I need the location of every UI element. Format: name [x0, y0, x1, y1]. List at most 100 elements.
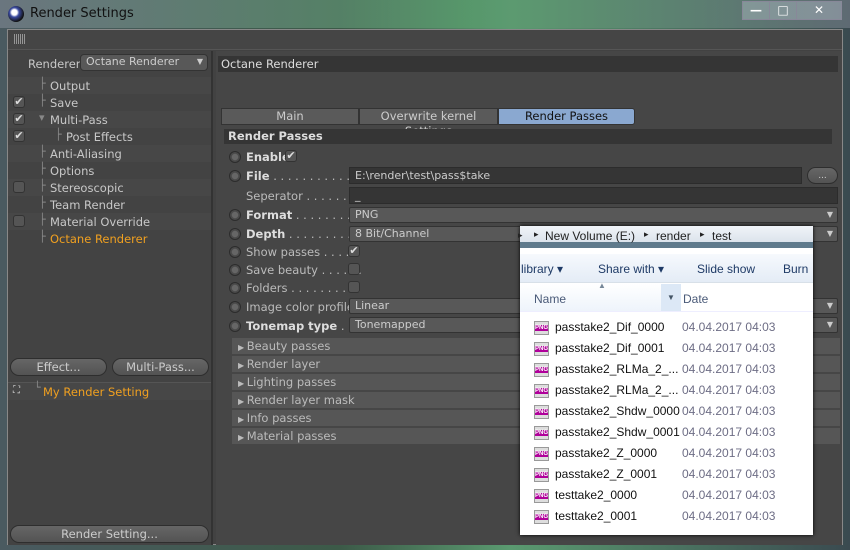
renderer-label: Renderer	[28, 57, 81, 71]
tree-item-checkbox[interactable]: ✔	[13, 113, 25, 125]
breadcrumb-volume[interactable]: New Volume (E:)	[545, 229, 635, 243]
save-beauty-checkbox[interactable]	[348, 263, 360, 275]
color-profile-radio[interactable]	[229, 301, 241, 313]
tree-item-checkbox[interactable]: ✔	[13, 130, 25, 142]
tree-item[interactable]: ├ Stereoscopic	[8, 179, 211, 196]
tree-line: ├	[39, 145, 46, 158]
tab-render-passes[interactable]: Render Passes	[498, 108, 635, 125]
png-file-icon: PNG	[534, 510, 549, 524]
separator-input[interactable]: _	[349, 187, 838, 204]
toolbar	[8, 30, 842, 50]
library-button[interactable]: library ▾	[521, 262, 563, 276]
file-path-input[interactable]: E:\render\test\pass$take	[349, 167, 802, 184]
show-passes-label: Show passes	[246, 245, 321, 259]
tree-item[interactable]: ├ Output	[8, 77, 211, 94]
tab-main[interactable]: Main	[221, 108, 359, 125]
depth-label: Depth	[246, 227, 286, 241]
breadcrumb-render[interactable]: render	[656, 229, 691, 243]
file-radio[interactable]	[229, 170, 241, 182]
grip-icon[interactable]	[14, 34, 25, 44]
tab-overwrite-kernel[interactable]: Overwrite kernel Settings	[359, 108, 498, 138]
color-profile-label: Image color profile	[246, 300, 354, 314]
expand-arrow-icon: ▶	[238, 379, 247, 388]
maximize-button[interactable]: □	[769, 1, 797, 20]
tree-item[interactable]: ✔ ├ Save	[8, 94, 211, 111]
show-passes-radio[interactable]	[229, 246, 241, 258]
column-name[interactable]: ▲ Name ▼	[520, 281, 681, 311]
save-beauty-label: Save beauty	[246, 263, 318, 277]
cinema4d-logo-icon	[8, 6, 24, 22]
burn-button[interactable]: Burn	[783, 262, 808, 276]
file-date: 04.04.2017 04:03	[682, 341, 776, 355]
tree-item-label: Material Override	[50, 215, 151, 229]
chevron-right-icon: ▸	[518, 230, 523, 240]
file-row[interactable]: PNG testtake2_0000 04.04.2017 04:03	[534, 486, 804, 506]
renderer-dropdown[interactable]: Octane Renderer ▼	[80, 54, 208, 71]
file-row[interactable]: PNG passtake2_RLMa_2_... 04.04.2017 04:03	[534, 360, 804, 380]
png-file-icon: PNG	[534, 447, 549, 461]
render-setting-name: My Render Setting	[43, 385, 150, 399]
tree-item[interactable]: ├ Team Render	[8, 196, 211, 213]
png-file-icon: PNG	[534, 426, 549, 440]
separator-label: Seperator	[246, 189, 303, 203]
format-radio[interactable]	[229, 209, 241, 221]
depth-radio[interactable]	[229, 228, 241, 240]
tree-item-checkbox[interactable]: ✔	[13, 96, 25, 108]
expand-arrow-icon: ▶	[238, 343, 247, 352]
file-row[interactable]: PNG passtake2_Shdw_0001 04.04.2017 04:03	[534, 423, 804, 443]
multipass-button[interactable]: Multi-Pass...	[112, 358, 209, 376]
tree-item-checkbox[interactable]	[13, 215, 25, 227]
png-file-icon: PNG	[534, 489, 549, 503]
effect-button[interactable]: Effect...	[10, 358, 107, 376]
focus-icon: ⛶	[13, 385, 20, 396]
tonemap-radio[interactable]	[229, 320, 241, 332]
chevron-down-icon: ▼	[826, 229, 833, 238]
file-row[interactable]: PNG passtake2_RLMa_2_... 04.04.2017 04:03	[534, 381, 804, 401]
file-row[interactable]: PNG passtake2_Dif_0000 04.04.2017 04:03	[534, 318, 804, 338]
render-setting-button[interactable]: Render Setting...	[10, 525, 209, 543]
file-row[interactable]: PNG passtake2_Dif_0001 04.04.2017 04:03	[534, 339, 804, 359]
file-date: 04.04.2017 04:03	[682, 467, 776, 481]
breadcrumb-test[interactable]: test	[712, 229, 731, 243]
tree-item-label: Team Render	[50, 198, 125, 212]
png-file-icon: PNG	[534, 363, 549, 377]
column-dropdown-icon[interactable]: ▼	[661, 284, 681, 311]
slide-show-button[interactable]: Slide show	[697, 262, 755, 276]
file-row[interactable]: PNG passtake2_Z_0001 04.04.2017 04:03	[534, 465, 804, 485]
png-file-icon: PNG	[534, 405, 549, 419]
folders-radio[interactable]	[229, 282, 241, 294]
render-setting-item[interactable]: ⛶ └ My Render Setting	[8, 381, 211, 400]
enable-checkbox[interactable]: ✔	[285, 150, 297, 162]
browse-button[interactable]: ...	[807, 167, 838, 184]
folders-checkbox[interactable]	[348, 281, 360, 293]
tree-item[interactable]: ✔ ▾ Multi-Pass	[8, 111, 211, 128]
tree-item-label: Anti-Aliasing	[50, 147, 122, 161]
tree-item[interactable]: ✔ ├ Post Effects	[8, 128, 211, 145]
file-row[interactable]: PNG passtake2_Z_0000 04.04.2017 04:03	[534, 444, 804, 464]
format-dropdown[interactable]: PNG ▼	[349, 207, 838, 223]
file-row[interactable]: PNG testtake2_0001 04.04.2017 04:03	[534, 507, 804, 527]
show-passes-checkbox[interactable]: ✔	[348, 245, 360, 257]
tree-item[interactable]: ├ Octane Renderer	[8, 230, 211, 247]
tree-item[interactable]: ├ Options	[8, 162, 211, 179]
file-row[interactable]: PNG passtake2_Shdw_0000 04.04.2017 04:03	[534, 402, 804, 422]
file-date: 04.04.2017 04:03	[682, 404, 776, 418]
file-date: 04.04.2017 04:03	[682, 362, 776, 376]
tree-line: ├	[39, 162, 46, 175]
tree-item[interactable]: ├ Anti-Aliasing	[8, 145, 211, 162]
tree-item[interactable]: ├ Material Override	[8, 213, 211, 230]
section-header: Render Passes	[224, 129, 832, 144]
minimize-button[interactable]: —	[742, 1, 770, 20]
pass-group-label: Render layer	[246, 357, 321, 371]
pass-group-label: Material passes	[246, 429, 337, 443]
tree-item-checkbox[interactable]	[13, 181, 25, 193]
save-beauty-radio[interactable]	[229, 264, 241, 276]
tonemap-value: Tonemapped	[355, 318, 426, 331]
depth-value: 8 Bit/Channel	[355, 227, 430, 240]
enable-radio[interactable]	[229, 151, 241, 163]
close-button[interactable]: ✕	[796, 1, 842, 20]
tree-item-label: Save	[50, 96, 79, 110]
tree-item-label: Multi-Pass	[50, 113, 108, 127]
column-date[interactable]: Date	[683, 292, 708, 306]
share-with-button[interactable]: Share with ▾	[598, 262, 664, 276]
